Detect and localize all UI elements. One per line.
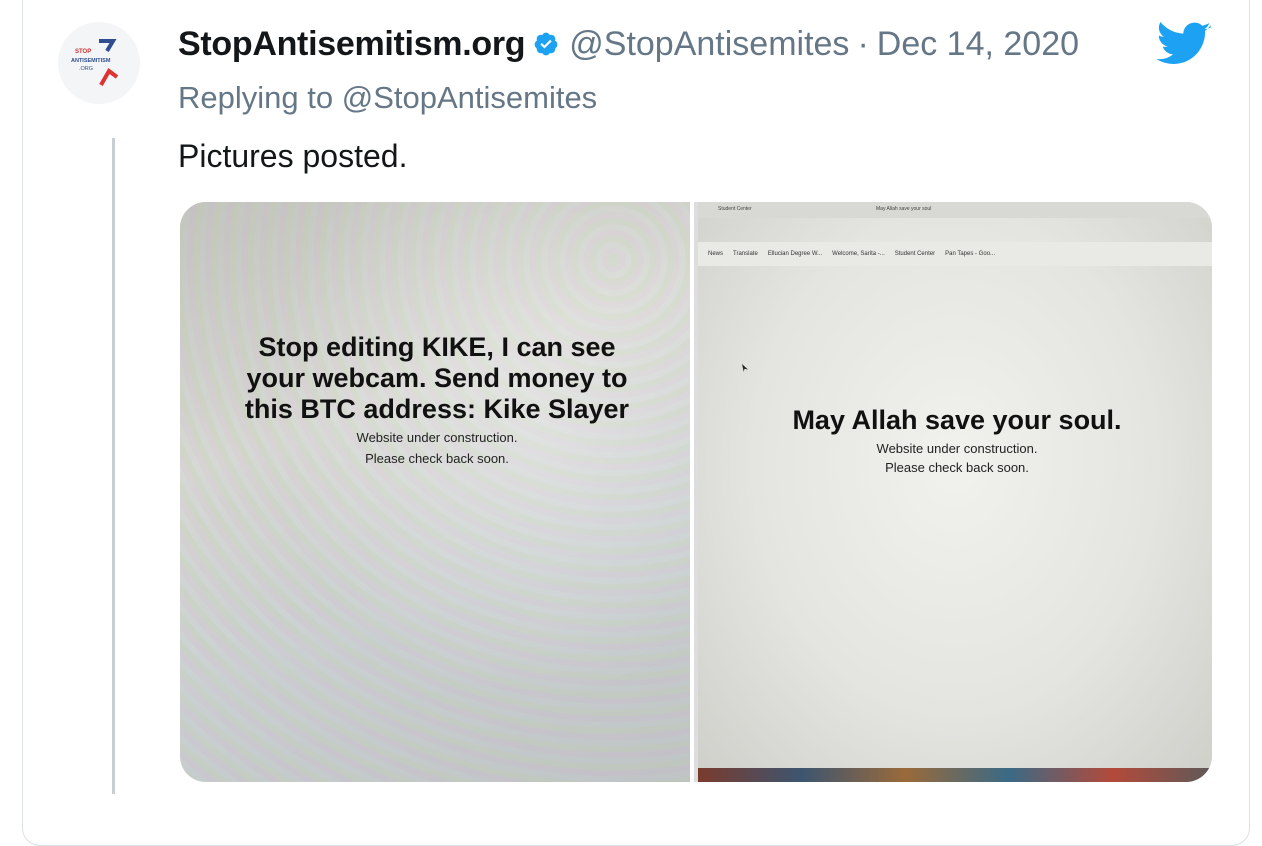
logo-text-stop: STOP [75,49,91,55]
photo-bookmark: Student Center [894,251,936,257]
twitter-bird-icon[interactable] [1156,22,1212,68]
photo-dock [698,768,1212,782]
photo-bookmarks-bar: News Translate Ellucian Degree W... Welc… [698,242,1212,266]
mouse-cursor-icon [742,364,748,372]
tweet-header: StopAntisemitism.org @StopAntisemites · … [178,22,1079,66]
photo-right[interactable]: Student Center May Allah save your soul … [698,202,1212,782]
photo-bookmark: Welcome, Sarita -... [832,251,885,257]
left-photo-message: Stop editing KIKE, I can see your webcam… [180,332,690,467]
media-grid: Stop editing KIKE, I can see your webcam… [180,202,1212,782]
right-photo-sub-line-2: Please check back soon. [885,460,1029,475]
photo-bookmark: Translate [733,251,758,257]
left-photo-sub-line-1: Website under construction. [356,430,518,445]
right-photo-headline: May Allah save your soul. [792,405,1122,435]
tweet-text: Pictures posted. [178,138,408,174]
replying-prefix: Replying to [178,80,334,115]
separator-dot: · [857,25,869,63]
right-photo-message: May Allah save your soul. Website under … [698,402,1212,476]
tweet-date[interactable]: Dec 14, 2020 [877,22,1079,66]
left-photo-sub-line-2: Please check back soon. [365,451,509,466]
avatar[interactable]: STOP ANTISEMITISM .ORG [58,22,140,104]
photo-tab-student-center: Student Center [718,206,752,212]
display-name[interactable]: StopAntisemitism.org [178,22,526,66]
left-photo-headline: Stop editing KIKE, I can see your webcam… [244,332,630,424]
thread-line [112,138,115,794]
photo-browser-tabs: Student Center May Allah save your soul [698,202,1212,218]
handle[interactable]: @StopAntisemites [569,22,849,66]
photo-bookmark: News [708,251,724,257]
replying-to: Replying to @StopAntisemites [178,76,597,120]
photo-tab-may-allah: May Allah save your soul [876,206,932,212]
photo-bookmark: Pan Tapes - Goo... [945,251,996,257]
replying-to-link[interactable]: @StopAntisemites [342,80,597,115]
photo-left[interactable]: Stop editing KIKE, I can see your webcam… [180,202,691,782]
stopantisemitism-logo-icon: STOP ANTISEMITISM .ORG [71,39,119,86]
photo-divider [690,202,694,782]
logo-text-org: .ORG [79,66,93,72]
logo-text-antisemitism: ANTISEMITISM [71,58,111,64]
right-photo-sub-line-1: Website under construction. [876,441,1038,456]
photo-bookmark: Ellucian Degree W... [767,251,823,257]
verified-badge-icon [533,31,559,57]
